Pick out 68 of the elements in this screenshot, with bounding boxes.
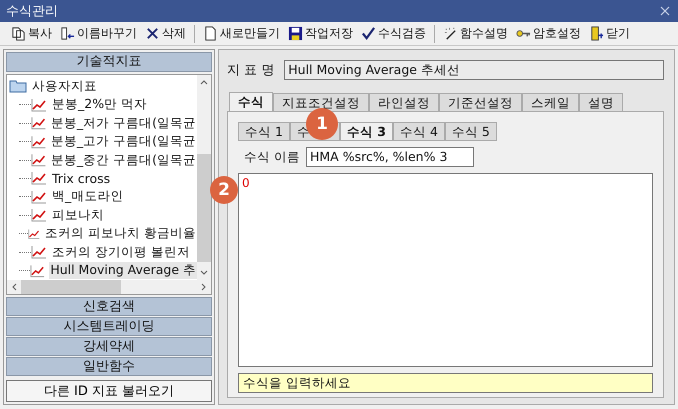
save-icon xyxy=(288,26,303,41)
tree-item[interactable]: 분봉_저가 구름대(일목균 xyxy=(50,114,197,132)
tree-item[interactable]: Hull Moving Average 추 xyxy=(49,262,197,280)
line-chart-icon xyxy=(31,171,47,186)
scroll-down-icon[interactable] xyxy=(200,270,208,276)
cross-icon xyxy=(145,26,160,41)
tab[interactable]: 기준선설정 xyxy=(439,93,522,112)
line-chart-icon xyxy=(31,245,47,260)
tree-item[interactable]: Trix cross xyxy=(51,170,112,186)
tab[interactable]: 수식 1 xyxy=(238,122,290,141)
tree-item[interactable]: 조커의 피보나치 황금비율 xyxy=(44,225,197,242)
toolbar-button[interactable]: 새로만들기 xyxy=(200,25,283,42)
indicator-name-label: 지 표 명 xyxy=(227,62,274,79)
tab[interactable]: 수식 xyxy=(229,92,273,112)
line-chart-icon xyxy=(30,264,46,278)
category-header[interactable]: 시스템트레이딩 xyxy=(6,317,212,336)
copy-icon xyxy=(11,26,26,41)
tree-item[interactable]: 분봉_중간 구름대(일목균 xyxy=(50,152,197,169)
hint-bar: 수식을 입력하세요 xyxy=(238,373,653,393)
toolbar-button[interactable]: 삭제 xyxy=(142,25,189,42)
tab[interactable]: 수식 4 xyxy=(393,122,445,141)
tab[interactable]: 설명 xyxy=(579,93,623,112)
scroll-right-icon[interactable] xyxy=(201,283,207,291)
magic-wand-icon xyxy=(443,26,458,41)
tree-item[interactable]: 분봉_고가 구름대(일목균 xyxy=(50,133,197,150)
toolbar-button[interactable]: 함수설명 xyxy=(440,25,511,42)
line-chart-icon xyxy=(30,134,46,149)
checkmark-icon xyxy=(361,26,376,41)
panel-header[interactable]: 기술적지표 xyxy=(6,52,212,72)
tab[interactable]: 수식 3 xyxy=(340,122,393,141)
line-chart-icon xyxy=(31,190,47,204)
tree-item[interactable]: 사용자지표 xyxy=(31,78,98,95)
scroll-left-icon[interactable] xyxy=(11,283,17,291)
tree-item[interactable]: 백_매도라인 xyxy=(51,188,124,206)
load-button[interactable]: 다른 ID 지표 불러오기 xyxy=(6,380,212,402)
toolbar-button[interactable]: 복사 xyxy=(8,25,55,42)
tab[interactable]: 지표조건설정 xyxy=(273,93,369,112)
formula-name-field[interactable]: HMA %src%, %len% 3 xyxy=(306,147,474,167)
toolbar-button[interactable]: 작업저장 xyxy=(285,25,356,42)
category-header[interactable]: 강세약세 xyxy=(6,337,212,356)
indicator-name-field[interactable]: Hull Moving Average 추세선 xyxy=(284,60,664,80)
tree-item[interactable]: 피보나치 xyxy=(51,206,105,224)
formula-name-label: 수식 이름 xyxy=(244,148,300,166)
toolbar-button[interactable]: 이름바꾸기 xyxy=(57,25,140,42)
toolbar-button[interactable]: 암호설정 xyxy=(513,25,584,42)
new-document-icon xyxy=(203,26,218,41)
horizontal-scrollbar[interactable] xyxy=(7,280,211,294)
formula-editor[interactable]: 0 xyxy=(238,173,653,367)
category-header[interactable]: 신호검색 xyxy=(6,297,212,316)
scroll-up-icon[interactable] xyxy=(200,79,208,85)
toolbar-button[interactable]: 수식검증 xyxy=(358,25,429,42)
door-icon xyxy=(589,26,604,41)
line-chart-icon xyxy=(31,98,47,112)
line-chart-icon xyxy=(30,116,46,130)
line-chart-icon xyxy=(30,153,46,168)
toolbar-button[interactable]: 닫기 xyxy=(586,25,633,42)
rename-icon xyxy=(60,26,75,41)
close-icon[interactable] xyxy=(660,6,670,16)
category-header[interactable]: 일반함수 xyxy=(6,357,212,376)
tree-item[interactable]: 분봉_2%만 먹자 xyxy=(51,96,148,114)
tab[interactable]: 수식 5 xyxy=(444,122,497,141)
tree-item[interactable]: 조커의 장기이평 볼린저 xyxy=(51,244,191,261)
tab[interactable]: 라인설정 xyxy=(369,93,439,112)
vertical-scrollbar[interactable] xyxy=(197,75,211,280)
window-title: 수식관리 xyxy=(6,3,58,20)
line-chart-icon xyxy=(31,208,47,222)
tab[interactable]: 스케일 xyxy=(522,93,579,112)
line-chart-icon xyxy=(28,226,40,241)
